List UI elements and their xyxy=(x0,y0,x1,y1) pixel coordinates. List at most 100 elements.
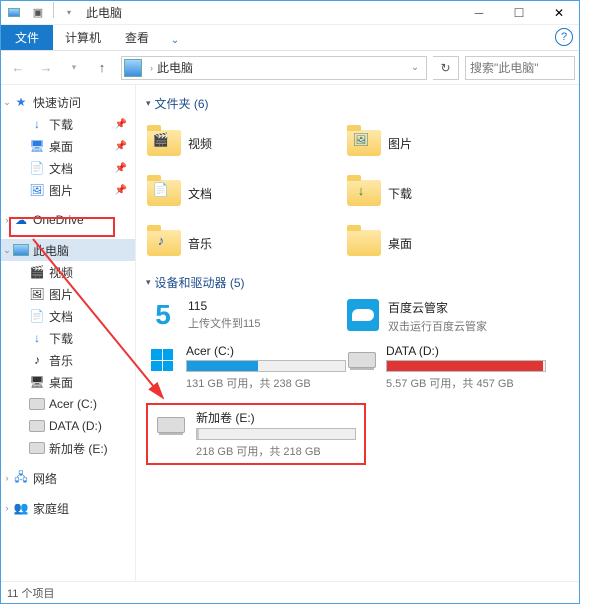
sidebar-label: 快速访问 xyxy=(33,94,81,111)
sidebar-homegroup[interactable]: ›👥家庭组 xyxy=(1,497,135,519)
expand-icon[interactable]: ⌄ xyxy=(1,245,13,256)
sidebar-item-documents[interactable]: 📄文档 xyxy=(1,305,135,327)
homegroup-icon: 👥 xyxy=(13,500,29,516)
sidebar-item-documents[interactable]: 📄文档📌 xyxy=(1,157,135,179)
system-menu-icon[interactable] xyxy=(3,2,25,24)
search-input[interactable]: 搜索"此电脑" xyxy=(465,56,575,80)
folder-documents[interactable]: 📄文档 xyxy=(146,170,346,216)
folder-videos[interactable]: 🎬视频 xyxy=(146,120,346,166)
pin-icon: 📌 xyxy=(115,185,127,196)
sidebar-network[interactable]: ›🖧网络 xyxy=(1,467,135,489)
drive-c[interactable]: Acer (C:) 131 GB 可用，共 238 GB xyxy=(146,344,346,391)
sidebar-item-drive-d[interactable]: DATA (D:) xyxy=(1,415,135,437)
collapse-icon[interactable]: ▾ xyxy=(146,277,151,288)
close-button[interactable]: ✕ xyxy=(539,2,579,24)
download-icon: ↓ xyxy=(29,330,45,346)
content-pane: ▾文件夹 (6) 🎬视频 🖼图片 📄文档 ↓下载 ♪音乐 桌面 ▾设备和驱动器 … xyxy=(136,85,579,581)
sidebar-item-drive-e[interactable]: 新加卷 (E:) xyxy=(1,437,135,459)
pin-icon: 📌 xyxy=(115,141,127,152)
qat-properties-icon[interactable]: ▣ xyxy=(27,2,49,24)
address-bar[interactable]: › 此电脑 ⌄ xyxy=(121,56,427,80)
sidebar-item-desktop[interactable]: 🖥桌面 xyxy=(1,371,135,393)
qat-customize-icon[interactable]: ▾ xyxy=(58,2,80,24)
sidebar-onedrive[interactable]: ›☁OneDrive xyxy=(1,209,135,231)
help-button[interactable]: ? xyxy=(555,28,573,46)
ribbon-tabs: 文件 计算机 查看 ⌄ ? xyxy=(1,25,579,51)
ribbon-expand-icon[interactable]: ⌄ xyxy=(165,30,185,50)
folder-desktop[interactable]: 桌面 xyxy=(346,220,546,266)
cloud-icon: ☁ xyxy=(13,212,29,228)
expand-icon[interactable]: ⌄ xyxy=(1,97,13,108)
folder-icon xyxy=(346,227,382,259)
drive-icon xyxy=(29,396,45,412)
folder-icon: 📄 xyxy=(146,177,182,209)
app-baidu-icon xyxy=(346,299,380,331)
pin-icon: 📌 xyxy=(115,163,127,174)
refresh-button[interactable]: ↻ xyxy=(433,56,459,80)
drive-icon xyxy=(154,409,188,441)
network-icon: 🖧 xyxy=(13,470,29,486)
desktop-icon: 🖥 xyxy=(29,138,45,154)
desktop-icon: 🖥 xyxy=(29,374,45,390)
music-icon: ♪ xyxy=(29,352,45,368)
status-bar: 11 个项目 xyxy=(1,581,579,603)
drive-app-115[interactable]: 5 115上传文件到115 xyxy=(146,299,346,334)
explorer-window: ▣ ▾ 此电脑 ─ ☐ ✕ 文件 计算机 查看 ⌄ ? ← → ▾ ↑ › 此电… xyxy=(0,0,580,604)
video-icon: 🎬 xyxy=(29,264,45,280)
address-pc-icon xyxy=(124,59,142,77)
capacity-bar xyxy=(186,360,346,372)
folder-icon: ↓ xyxy=(346,177,382,209)
picture-icon: 🖼 xyxy=(29,286,45,302)
drives-header[interactable]: ▾设备和驱动器 (5) xyxy=(146,274,569,291)
sidebar-this-pc[interactable]: ⌄此电脑 xyxy=(1,239,135,261)
nav-bar: ← → ▾ ↑ › 此电脑 ⌄ ↻ 搜索"此电脑" xyxy=(1,51,579,85)
drive-icon xyxy=(29,440,45,456)
recent-dropdown-icon[interactable]: ▾ xyxy=(61,55,87,81)
folder-downloads[interactable]: ↓下载 xyxy=(346,170,546,216)
folders-header[interactable]: ▾文件夹 (6) xyxy=(146,95,569,112)
star-icon: ★ xyxy=(13,94,29,110)
folder-music[interactable]: ♪音乐 xyxy=(146,220,346,266)
expand-icon[interactable]: › xyxy=(1,503,13,513)
folder-icon: ♪ xyxy=(146,227,182,259)
sidebar-item-downloads[interactable]: ↓下载📌 xyxy=(1,113,135,135)
tab-computer[interactable]: 计算机 xyxy=(53,25,113,50)
back-button[interactable]: ← xyxy=(5,55,31,81)
tab-file[interactable]: 文件 xyxy=(1,25,53,50)
sidebar-quick-access[interactable]: ⌄ ★ 快速访问 xyxy=(1,91,135,113)
expand-icon[interactable]: › xyxy=(1,473,13,483)
chevron-right-icon[interactable]: › xyxy=(146,63,157,73)
sidebar-item-pictures[interactable]: 🖼图片📌 xyxy=(1,179,135,201)
pc-icon xyxy=(13,242,29,258)
folder-icon: 🎬 xyxy=(146,127,182,159)
sidebar-item-music[interactable]: ♪音乐 xyxy=(1,349,135,371)
navigation-pane: ⌄ ★ 快速访问 ↓下载📌 🖥桌面📌 📄文档📌 🖼图片📌 ›☁OneDrive … xyxy=(1,85,136,581)
drive-icon xyxy=(346,344,378,376)
capacity-bar xyxy=(196,428,356,440)
sidebar-item-drive-c[interactable]: Acer (C:) xyxy=(1,393,135,415)
document-icon: 📄 xyxy=(29,160,45,176)
picture-icon: 🖼 xyxy=(29,182,45,198)
collapse-icon[interactable]: ▾ xyxy=(146,98,151,109)
drive-d[interactable]: DATA (D:) 5.57 GB 可用，共 457 GB xyxy=(346,344,546,391)
expand-icon[interactable]: › xyxy=(1,215,13,225)
tab-view[interactable]: 查看 xyxy=(113,25,161,50)
folder-icon: 🖼 xyxy=(346,127,382,159)
address-location[interactable]: 此电脑 xyxy=(157,59,193,76)
sidebar-item-desktop[interactable]: 🖥桌面📌 xyxy=(1,135,135,157)
sidebar-item-pictures[interactable]: 🖼图片 xyxy=(1,283,135,305)
drive-e[interactable]: 新加卷 (E:) 218 GB 可用，共 218 GB xyxy=(154,409,554,459)
up-button[interactable]: ↑ xyxy=(89,55,115,81)
folder-pictures[interactable]: 🖼图片 xyxy=(346,120,546,166)
minimize-button[interactable]: ─ xyxy=(459,2,499,24)
drive-app-baidu[interactable]: 百度云管家双击运行百度云管家 xyxy=(346,299,546,334)
pin-icon: 📌 xyxy=(115,119,127,130)
address-dropdown-icon[interactable]: ⌄ xyxy=(406,62,424,73)
maximize-button[interactable]: ☐ xyxy=(499,2,539,24)
sidebar-item-videos[interactable]: 🎬视频 xyxy=(1,261,135,283)
window-title: 此电脑 xyxy=(86,4,122,21)
app-115-icon: 5 xyxy=(146,299,180,331)
search-placeholder: 搜索"此电脑" xyxy=(470,59,539,76)
forward-button[interactable]: → xyxy=(33,55,59,81)
sidebar-item-downloads[interactable]: ↓下载 xyxy=(1,327,135,349)
